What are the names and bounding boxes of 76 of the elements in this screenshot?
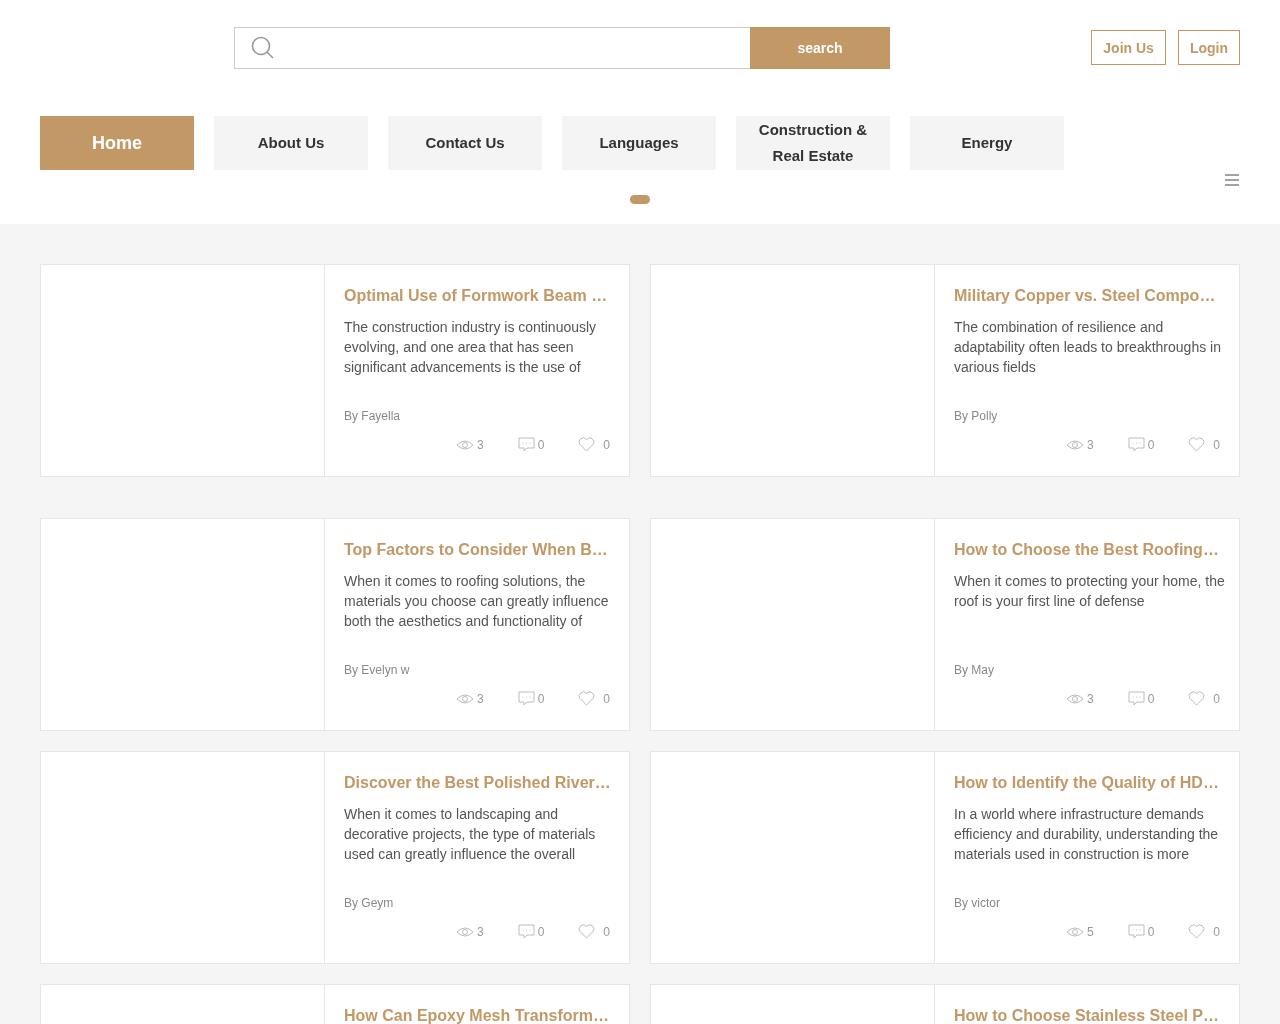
comment-icon [1127,924,1145,939]
like-count: 0 [603,437,610,452]
like-count: 0 [1213,924,1220,939]
nav-tab[interactable]: Languages [562,116,716,170]
comment-count: 0 [1147,924,1155,939]
view-count: 3 [476,691,484,706]
like-count: 0 [603,924,610,939]
article-author: By May [954,663,995,677]
heart-icon [578,437,596,452]
view-count: 5 [1086,924,1094,939]
nav-tab[interactable]: Contact Us [388,116,542,170]
eye-icon [455,925,474,938]
nav-tab[interactable]: Home [40,116,194,170]
view-count: 3 [476,924,484,939]
view-count: 3 [1086,691,1094,706]
comment-icon [517,924,535,939]
nav-tab[interactable]: About Us [214,116,368,170]
eye-icon [455,438,474,451]
comment-count: 0 [537,437,545,452]
search-field[interactable] [234,27,750,69]
article-title[interactable]: How to Choose the Best Roofing… [954,541,1227,559]
article-card[interactable]: How Can Epoxy Mesh Transform… [40,984,630,1024]
login-button[interactable]: Login [1177,30,1240,65]
comment-count: 0 [537,691,545,706]
heart-icon [1188,691,1206,706]
comment-count: 0 [1147,437,1155,452]
heart-icon [578,924,596,939]
join-button[interactable]: Join Us [1091,30,1166,65]
nav-tab[interactable]: Construction & Real Estate [736,116,890,170]
menu-icon[interactable] [1225,174,1239,186]
eye-icon [1065,692,1084,705]
comment-icon [1127,691,1145,706]
article-excerpt: When it comes to roofing solutions, the materials you choose can greatly influence both the aesthetics and functionality of [344,572,610,631]
article-excerpt: In a world where infrastructure demands efficiency and durability, understanding the materials used in construction is more [954,805,1220,864]
article-title[interactable]: Discover the Best Polished River… [344,774,617,792]
article-title[interactable]: Military Copper vs. Steel Compo… [954,287,1227,305]
article-author: By Fayella [344,409,402,423]
article-card[interactable]: Top Factors to Consider When B… When it comes to roofing solutions, the materials you choose can greatly influence both the aesthetics and functionality of By Evelyn w 3 0 0 [40,518,630,731]
article-excerpt: When it comes to landscaping and decorative projects, the type of materials used can greatly influence the overall [344,805,597,864]
view-count: 3 [1086,437,1094,452]
article-card[interactable]: Military Copper vs. Steel Compo… The combination of resilience and adaptability often leads to breakthroughs in various fields By Polly 3 0 0 [650,264,1240,477]
comment-icon [517,437,535,452]
nav-tab[interactable]: Energy [910,116,1064,170]
comment-count: 0 [1147,691,1155,706]
eye-icon [1065,925,1084,938]
article-card[interactable]: How to Choose Stainless Steel P… [650,984,1240,1024]
comment-icon [517,691,535,706]
article-excerpt: The combination of resilience and adaptability often leads to breakthroughs in various fields [954,318,1222,377]
view-count: 3 [476,437,484,452]
eye-icon [455,692,474,705]
article-author: By victor [954,896,1001,910]
article-title[interactable]: How to Choose Stainless Steel P… [954,1007,1227,1024]
heart-icon [578,691,596,706]
like-count: 0 [603,691,610,706]
eye-icon [1065,438,1084,451]
article-card[interactable]: How to Identify the Quality of HD… In a world where infrastructure demands efficiency and durability, understanding the materials used in construction is more By victor 5 0 0 [650,751,1240,964]
article-author: By Geym [344,896,395,910]
article-card[interactable]: Discover the Best Polished River… When it comes to landscaping and decorative projects, the type of materials used can greatly influence the overall By Geym 3 0 0 [40,751,630,964]
article-author: By Evelyn w [344,663,411,677]
comment-icon [1127,437,1145,452]
article-card[interactable]: Optimal Use of Formwork Beam … The construction industry is continuously evolving, and one area that has seen significant advancements is the use of By Fayella 3 0 0 [40,264,630,477]
article-author: By Polly [954,409,999,423]
like-count: 0 [1213,437,1220,452]
search-button[interactable]: search [750,27,890,69]
article-title[interactable]: Top Factors to Consider When B… [344,541,617,559]
article-title[interactable]: How to Identify the Quality of HD… [954,774,1227,792]
article-title[interactable]: Optimal Use of Formwork Beam … [344,287,617,305]
search-icon [251,36,275,60]
article-excerpt: The construction industry is continuously evolving, and one area that has seen significant advancements is the use of [344,318,598,377]
like-count: 0 [1213,691,1220,706]
article-excerpt: When it comes to protecting your home, the roof is your first line of defense [954,572,1226,611]
heart-icon [1188,924,1206,939]
article-card[interactable]: How to Choose the Best Roofing… When it comes to protecting your home, the roof is your first line of defense By May 3 0 0 [650,518,1240,731]
article-title[interactable]: How Can Epoxy Mesh Transform… [344,1007,617,1024]
comment-count: 0 [537,924,545,939]
heart-icon [1188,437,1206,452]
